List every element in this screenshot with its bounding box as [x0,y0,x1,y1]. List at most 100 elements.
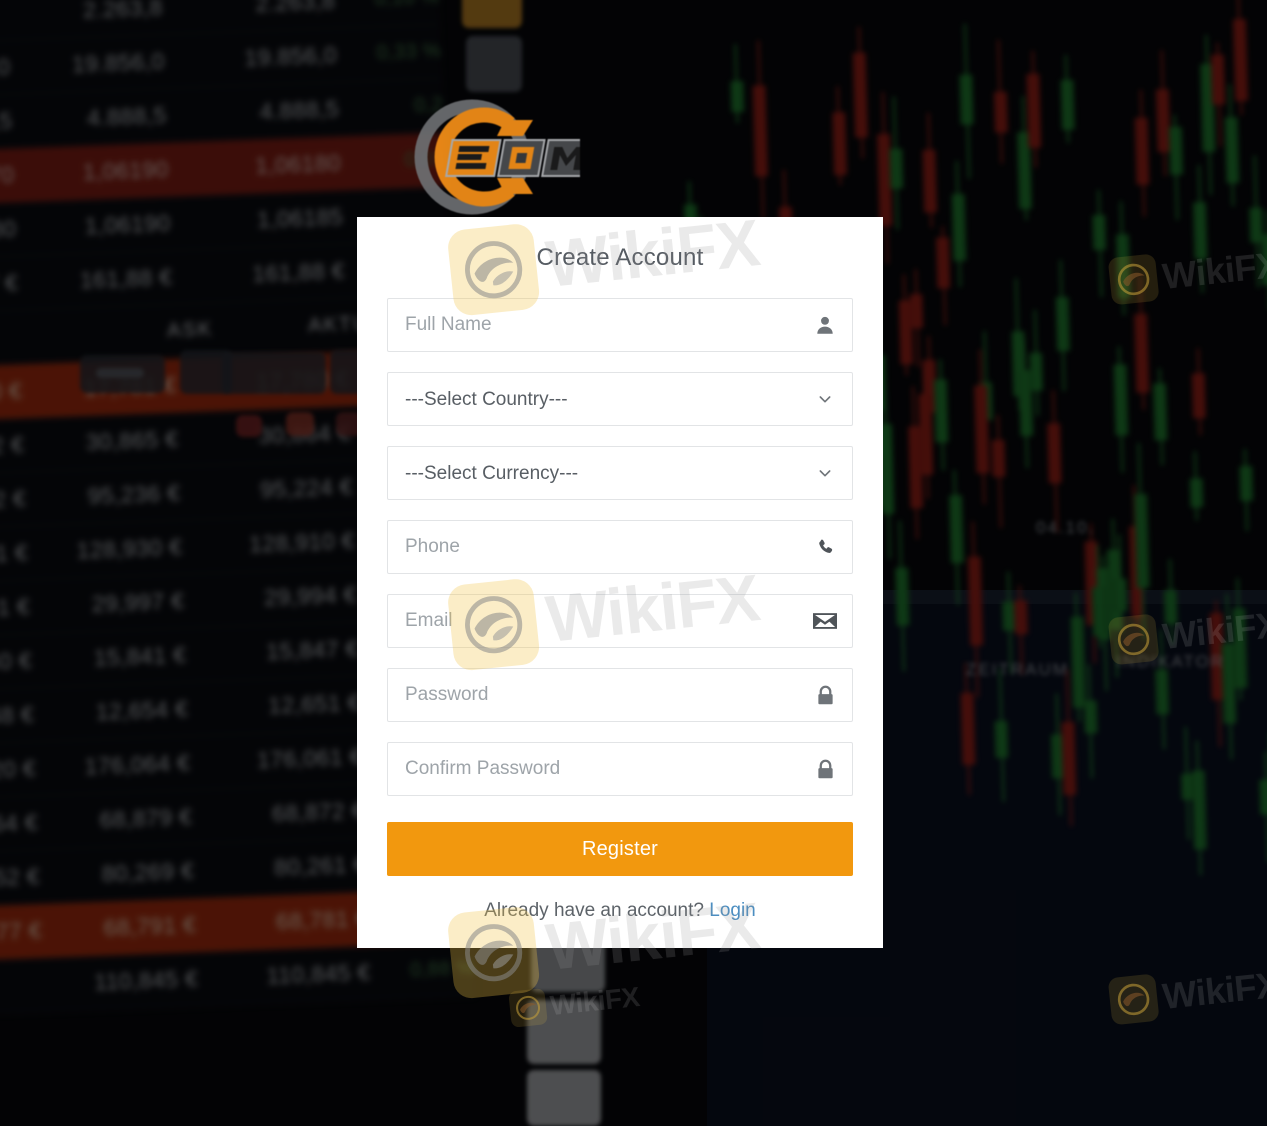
background-candlestick [994,668,1009,802]
background-quote-cell: 110,845 € [93,965,199,996]
background-candlestick [973,348,990,505]
password-input[interactable] [387,668,853,722]
background-quote-cell: 128,910 € [248,527,356,558]
background-quote-cell: 128,930 € [76,533,183,564]
background-candlestick [1026,50,1042,168]
background-toolbar-label-indikator: INDIKATOR [1116,652,1225,671]
background-chart-date-label: 04.10. [1036,518,1096,537]
phone-input[interactable] [387,520,853,574]
background-quote-cell: 176,064 € [84,749,191,780]
background-quote-cell: 95,224 € [259,473,354,503]
background-candlestick [1259,751,1267,863]
background-candlestick [1029,310,1044,416]
background-candlestick [1134,90,1150,218]
background-candlestick [1083,664,1098,779]
background-quote-cell: 1,06190 [82,155,170,186]
background-quote-cell: 29,997 € [91,587,185,617]
background-toolbar-label-zeitraum: ZEITRAUM [966,660,1069,679]
register-card: Create Account ---Select Country--- [357,217,883,948]
background-quote-cell: 12 € [0,485,27,514]
background-quote-cell: 1,06190 [84,209,172,239]
background-quote-cell: 0,10 % [345,0,440,12]
background-candlestick [936,226,951,326]
background-candlestick [1013,585,1028,675]
background-candlestick [1232,0,1248,115]
background-candlestick [1113,534,1128,633]
background-candlestick [1164,559,1179,646]
background-quote-cell: 68,781 € [275,905,370,935]
page-title: Create Account [536,244,704,271]
background-candlestick [918,366,934,499]
background-quote-cell: 0,33 % [376,39,442,65]
background-candlestick [1189,451,1204,521]
background-candlestick [951,160,967,287]
background-quote-cell [0,13,22,17]
background-quote-cell: 68,791 € [103,911,197,941]
background-quote-cell: 80,269 € [101,857,195,887]
field-full-name [387,298,853,352]
background-quote-cell: 7 € [0,269,19,296]
background-candlestick [1153,367,1168,466]
background-quote-cell: 68,879 € [99,803,193,833]
background-quote-cell: 110,845 € [266,959,372,989]
background-candlestick [1155,629,1170,750]
login-prompt-row: Already have an account? Login [387,900,853,922]
background-candlestick [960,662,976,796]
background-quote-cell: 29,994 € [263,581,358,611]
background-quote-cell: 1,06185 [256,203,344,233]
background-candlestick [991,414,1006,529]
background-quote-cell: 2.263,8 [82,0,164,23]
login-link[interactable]: Login [709,900,756,921]
background-candlestick [730,44,745,124]
background-candlestick [1092,189,1107,297]
background-candlestick [1047,390,1063,532]
background-candlestick [1239,449,1254,532]
background-quote-cell: 80 [0,215,17,243]
background-candlestick [922,113,938,228]
background-candlestick [752,40,769,219]
background-candlestick [1115,201,1131,316]
background-candlestick [1168,114,1183,220]
background-candlestick [1224,84,1240,207]
background-quote-cell: 4.888,5 [86,101,168,131]
confirm-password-input[interactable] [387,742,853,796]
field-email [387,594,853,648]
background-candlestick [1261,210,1267,311]
background-candlestick [1113,346,1129,473]
background-quote-cell: 40 € [0,647,33,675]
background-quote-cell: 020 € [0,755,37,784]
background-quote-cell: 95,236 € [87,479,181,510]
field-password [387,668,853,722]
background-candlestick [1191,348,1206,436]
field-phone [387,520,853,574]
background-quote-cell: ,5 [0,107,13,135]
background-quote-cell: ,70 [0,161,15,189]
background-candlestick [1070,592,1086,722]
register-button[interactable]: Register [387,822,853,876]
background-quote-cell: 19.856,0 [71,47,166,78]
background-quote-cell: 064 € [0,809,39,838]
background-candlestick [888,96,904,230]
background-column-header: ASK [166,318,214,343]
background-quote-cell: 0 € [0,377,23,405]
background-quote-cell: 2.263,8 [255,0,336,17]
background-candlestick [1055,260,1070,392]
background-candlestick [1211,42,1226,147]
background-quote-cell: 15,847 € [265,635,360,665]
currency-select[interactable]: ---Select Currency--- [387,446,853,500]
background-quote-cell: 1,06180 [254,149,342,179]
background-quote-cell: 176,061 € [256,743,364,774]
background-quote-cell: 80,261 € [273,851,368,881]
full-name-input[interactable] [387,298,853,352]
background-candlestick [1133,442,1150,641]
background-candlestick [934,359,949,471]
background-candlestick [894,520,910,672]
registration-page: 2.263,8 2.263,8 0,10 % ,0 19.856,0 19.856,0 0,… [0,0,1267,1126]
background-quote-cell: 12,651 € [267,689,362,719]
background-candlestick [1191,740,1207,876]
country-select[interactable]: ---Select Country--- [387,372,853,426]
background-candlestick [959,23,974,179]
background-quote-cell: 252 € [0,863,41,892]
background-candlestick [1060,54,1075,144]
email-input[interactable] [387,594,853,648]
